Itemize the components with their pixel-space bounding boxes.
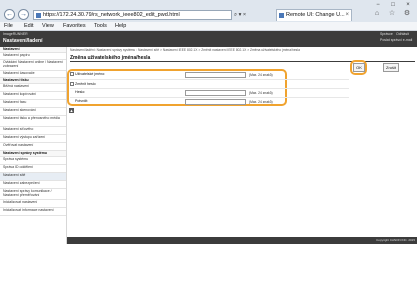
menu-tools[interactable]: Tools	[94, 23, 107, 30]
logout-link[interactable]: Odhlásit	[396, 32, 409, 36]
confirm-input[interactable]	[185, 99, 246, 105]
menu-help[interactable]: Help	[115, 23, 126, 30]
username-row: Uživatelské jméno:	[70, 71, 105, 78]
sidebar-item-scan[interactable]: Nastavení skenování	[0, 108, 66, 116]
menu-view[interactable]: View	[42, 23, 54, 30]
sidebar-item-display[interactable]: Ovládání Nastavení online / Nastavení zo…	[0, 60, 66, 71]
mail-admin-link[interactable]: Poslat správci e-mail	[380, 38, 412, 42]
maximize-button[interactable]: □	[387, 2, 399, 9]
change-password-label: Změnit heslo	[75, 82, 96, 86]
home-icon[interactable]: ⌂	[372, 9, 382, 19]
site-icon	[36, 13, 41, 18]
favorites-icon[interactable]: ☆	[387, 9, 397, 19]
sidebar-item-media[interactable]: Nastavení tisku a přenosného média	[0, 116, 66, 127]
tab-site-icon	[279, 13, 284, 18]
user-name: Správce	[380, 32, 393, 36]
close-window-button[interactable]: ×	[402, 2, 414, 9]
confirm-hint: (Max. 24 znaků)	[249, 100, 273, 104]
sidebar-item-timer[interactable]: Nastavení časovače	[0, 71, 66, 78]
breadcrumb: Nastavení/ladění: Nastavení správy systé…	[70, 48, 300, 52]
row-separator	[70, 97, 349, 98]
tab-close-icon[interactable]: ×	[345, 12, 349, 19]
password-label: Heslo:	[75, 90, 86, 94]
menu-bar: File Edit View Favorites Tools Help	[0, 22, 417, 31]
sidebar-item-dept-id[interactable]: Správa ID oddělení	[0, 165, 66, 173]
sidebar-item-system-mgmt[interactable]: Správa systému	[0, 157, 66, 165]
address-tools[interactable]: ⌕ ▾ ×	[234, 10, 274, 20]
main-content: Nastavení/ladění: Nastavení správy systé…	[67, 47, 417, 244]
sidebar-item-output[interactable]: Nastavení výstupu zařízení	[0, 135, 66, 143]
forward-button[interactable]: →	[18, 9, 29, 20]
username-input[interactable]	[185, 72, 246, 78]
tools-gear-icon[interactable]: ⚙	[402, 9, 412, 19]
sidebar-item-paper[interactable]: Nastavení papíru	[0, 53, 66, 60]
copyright: Copyright CANON INC. 2015	[376, 238, 415, 242]
printer-name: ImageRUNNER	[3, 32, 28, 36]
back-button[interactable]: ←	[4, 9, 15, 20]
menu-edit[interactable]: Edit	[24, 23, 33, 30]
sidebar-item-common[interactable]: Běžná nastavení	[0, 84, 66, 92]
sidebar-item-verify[interactable]: Ověřovat nastavení	[0, 143, 66, 151]
username-checkbox[interactable]	[70, 72, 74, 77]
cancel-button[interactable]: Zrušit	[383, 63, 399, 72]
row-separator	[70, 79, 349, 80]
remote-ui-header: ImageRUNNER Nastavení/ladení Správce Odh…	[0, 31, 417, 47]
browser-tab[interactable]: Remote UI: Change U... ×	[276, 9, 352, 21]
sidebar: Nastavení Nastavení papíru Ovládání Nast…	[0, 47, 67, 244]
address-bar[interactable]: https://172.24.30.79/rs_network_ieee802_…	[33, 10, 232, 20]
row-separator	[70, 88, 349, 89]
ok-button[interactable]: OK	[353, 63, 365, 72]
sidebar-item-communication[interactable]: Nastavení správy komunikace / Nastavení …	[0, 189, 66, 200]
sidebar-item-network[interactable]: Nastavení sítě	[0, 173, 66, 181]
confirm-label: Potvrdit:	[75, 99, 89, 103]
sidebar-item-init-info[interactable]: Inicializovat informace nastavení	[0, 208, 66, 216]
minimize-button[interactable]: −	[372, 2, 384, 9]
footer: Copyright CANON INC. 2015	[67, 237, 417, 244]
menu-favorites[interactable]: Favorites	[63, 23, 86, 30]
username-hint: (Max. 24 znaků)	[249, 73, 273, 77]
address-url[interactable]: https://172.24.30.79/rs_network_ieee802_…	[43, 12, 180, 19]
app-title: Nastavení/ladení	[3, 38, 43, 44]
password-hint: (Max. 24 znaků)	[249, 91, 273, 95]
password-input[interactable]	[185, 90, 246, 96]
back-to-top-icon[interactable]: ▲	[69, 108, 74, 113]
change-password-row: Změnit heslo	[70, 81, 96, 88]
sidebar-item-init[interactable]: Inicializovat nastavení	[0, 200, 66, 208]
menu-file[interactable]: File	[4, 23, 13, 30]
change-password-checkbox[interactable]	[70, 82, 74, 87]
tab-title: Remote UI: Change U...	[286, 12, 345, 18]
sidebar-item-copy[interactable]: Nastavení kopírování	[0, 92, 66, 100]
username-label: Uživatelské jméno:	[75, 72, 106, 76]
sidebar-item-security[interactable]: Nastavení zabezpečení	[0, 181, 66, 189]
sidebar-item-fax[interactable]: Nastavení faxu	[0, 100, 66, 108]
sidebar-item-network-print[interactable]: Nastavení síťového	[0, 127, 66, 135]
